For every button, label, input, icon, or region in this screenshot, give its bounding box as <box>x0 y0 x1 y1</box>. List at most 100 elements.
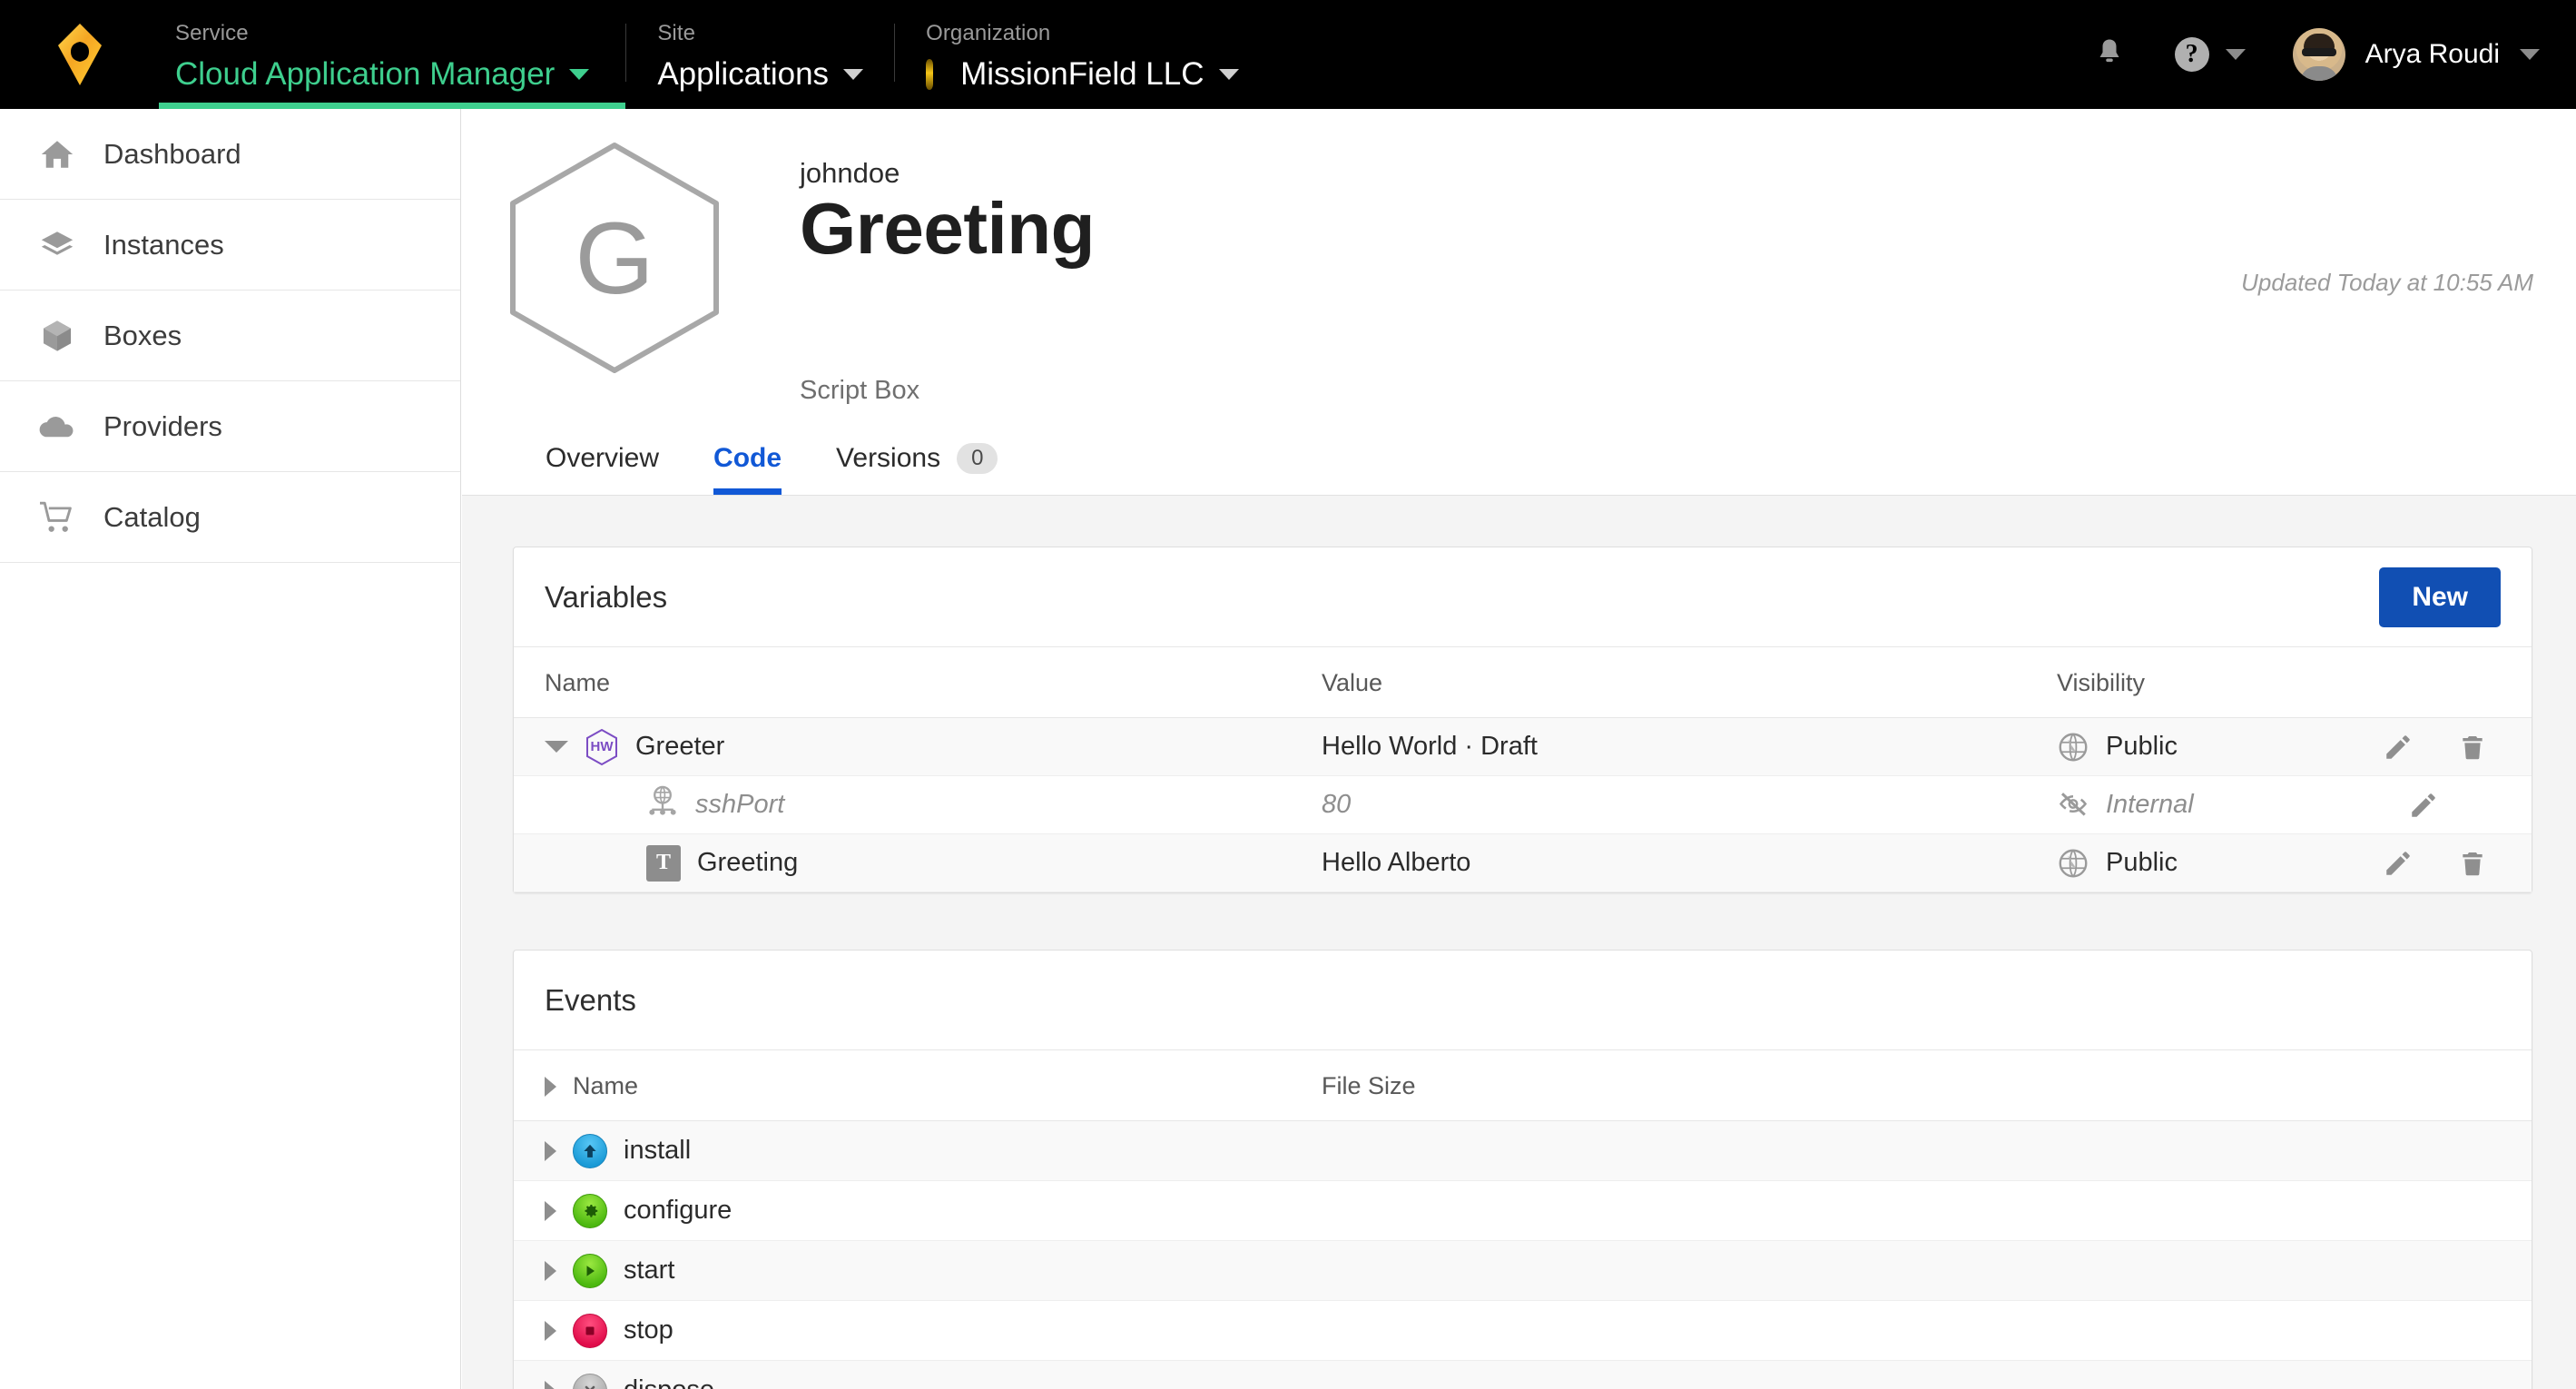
new-variable-button[interactable]: New <box>2379 566 2501 627</box>
sidebar-item-label: Boxes <box>103 319 182 351</box>
organization-value: MissionField LLC <box>960 56 1204 92</box>
tab-label: Code <box>713 442 782 473</box>
tab-overview[interactable]: Overview <box>518 421 686 495</box>
bell-icon <box>2099 39 2119 63</box>
variables-panel: Variables New Name Value Visibility HW G… <box>513 547 2532 893</box>
site-value: Applications <box>657 56 830 92</box>
tab-versions[interactable]: Versions 0 <box>809 421 1025 495</box>
events-panel: Events Name File Size install configure … <box>513 950 2532 1389</box>
active-service-underline <box>159 103 626 109</box>
event-name: dispose <box>624 1375 714 1389</box>
sidebar-item-label: Dashboard <box>103 137 241 170</box>
events-panel-header: Events <box>514 951 2532 1050</box>
table-row[interactable]: stop <box>514 1301 2532 1361</box>
expand-toggle-icon[interactable] <box>545 1320 556 1341</box>
last-updated-text: Updated Today at 10:55 AM <box>2241 269 2533 296</box>
variable-value: Hello Alberto <box>1322 848 1471 877</box>
table-row[interactable]: install <box>514 1120 2532 1181</box>
table-row[interactable]: T Greeting Hello Alberto Public <box>514 833 2532 892</box>
page-header: G johndoe Greeting Script Box Updated To… <box>462 109 2576 487</box>
sidebar-item-boxes[interactable]: Boxes <box>0 291 460 381</box>
expand-toggle-icon[interactable] <box>545 1140 556 1161</box>
sidebar-item-instances[interactable]: Instances <box>0 200 460 291</box>
edit-variable-button[interactable] <box>2406 788 2441 823</box>
gear-circle-icon <box>573 1193 607 1228</box>
service-value: Cloud Application Manager <box>175 56 556 92</box>
event-file-size <box>1322 1181 2057 1241</box>
sidebar-item-label: Providers <box>103 409 222 442</box>
event-name: configure <box>624 1196 732 1225</box>
tab-bar: Overview Code Versions 0 <box>462 421 2576 496</box>
shopping-cart-icon <box>38 498 76 537</box>
site-selector[interactable]: Site Applications <box>626 0 894 109</box>
variable-visibility: Public <box>2106 732 2178 761</box>
column-header-actions <box>2356 647 2532 718</box>
variables-table: Name Value Visibility HW Greeter Hello W… <box>514 647 2532 892</box>
layers-icon <box>38 226 76 264</box>
expand-toggle-icon[interactable] <box>545 741 568 753</box>
globe-icon <box>2059 733 2088 761</box>
main-content: Variables New Name Value Visibility HW G… <box>462 496 2576 1389</box>
sidebar-item-label: Catalog <box>103 500 201 533</box>
sidebar-item-providers[interactable]: Providers <box>0 381 460 472</box>
variable-visibility: Internal <box>2106 790 2194 819</box>
tab-code[interactable]: Code <box>686 421 809 495</box>
box-avatar-letter: G <box>575 201 654 315</box>
elasticbox-logo-icon <box>57 24 102 85</box>
sidebar: Dashboard Instances Boxes Providers Cata… <box>0 109 461 1389</box>
box-type: Script Box <box>800 376 920 405</box>
organization-selector[interactable]: Organization MissionField LLC <box>895 0 1269 109</box>
service-label: Service <box>175 21 249 45</box>
service-selector[interactable]: Service Cloud Application Manager <box>159 0 626 109</box>
chevron-down-icon <box>843 69 864 80</box>
events-table: Name File Size install configure start s… <box>514 1050 2532 1389</box>
column-header-visibility: Visibility <box>2057 647 2356 718</box>
expand-toggle-icon[interactable] <box>545 1380 556 1389</box>
variable-visibility: Public <box>2106 848 2178 877</box>
event-file-size <box>1322 1301 2057 1361</box>
column-header-name: Name <box>514 1050 1322 1121</box>
organization-label: Organization <box>926 21 1051 45</box>
home-icon <box>38 135 76 173</box>
edit-variable-button[interactable] <box>2381 730 2415 764</box>
column-header-name: Name <box>514 647 1322 718</box>
text-type-badge-icon: T <box>646 844 681 882</box>
event-name: install <box>624 1136 692 1165</box>
arrow-up-circle-icon <box>573 1133 607 1168</box>
top-navigation-bar: Service Cloud Application Manager Site A… <box>0 0 2576 109</box>
delete-variable-button[interactable] <box>2455 730 2490 764</box>
expand-toggle-icon[interactable] <box>545 1260 556 1281</box>
variables-title: Variables <box>545 579 668 614</box>
tab-label: Versions <box>836 442 941 473</box>
sidebar-item-dashboard[interactable]: Dashboard <box>0 109 460 200</box>
eye-slash-icon <box>2059 792 2088 816</box>
help-menu[interactable]: ? <box>2174 37 2246 72</box>
hexagon-hw-badge-icon: HW <box>585 728 619 766</box>
delete-variable-button[interactable] <box>2455 846 2490 881</box>
tab-label: Overview <box>546 442 660 473</box>
play-circle-icon <box>573 1253 607 1288</box>
chevron-down-icon <box>2225 49 2246 60</box>
chevron-down-icon <box>2520 49 2540 60</box>
column-header-value: Value <box>1322 647 2057 718</box>
expand-toggle-icon[interactable] <box>545 1200 556 1221</box>
edit-variable-button[interactable] <box>2381 846 2415 881</box>
variable-name: Greeting <box>697 848 799 877</box>
table-row[interactable]: sshPort 80 Internal <box>514 776 2532 834</box>
user-menu[interactable]: Arya Roudi <box>2292 28 2540 81</box>
table-row[interactable]: configure <box>514 1181 2532 1241</box>
stop-circle-icon <box>573 1313 607 1348</box>
cloud-icon <box>38 408 76 446</box>
expand-all-toggle-icon[interactable] <box>545 1076 556 1097</box>
table-header-row: Name File Size <box>514 1050 2532 1121</box>
sidebar-item-catalog[interactable]: Catalog <box>0 472 460 563</box>
table-row[interactable]: dispose <box>514 1360 2532 1389</box>
event-file-size <box>1322 1121 2057 1181</box>
table-row[interactable]: start <box>514 1240 2532 1301</box>
events-title: Events <box>545 982 636 1017</box>
variable-value: 80 <box>1322 790 1352 819</box>
notifications-button[interactable] <box>2080 36 2138 73</box>
table-row[interactable]: HW Greeter Hello World · Draft Public <box>514 717 2532 776</box>
app-logo[interactable] <box>0 0 159 109</box>
network-globe-icon <box>646 784 679 826</box>
